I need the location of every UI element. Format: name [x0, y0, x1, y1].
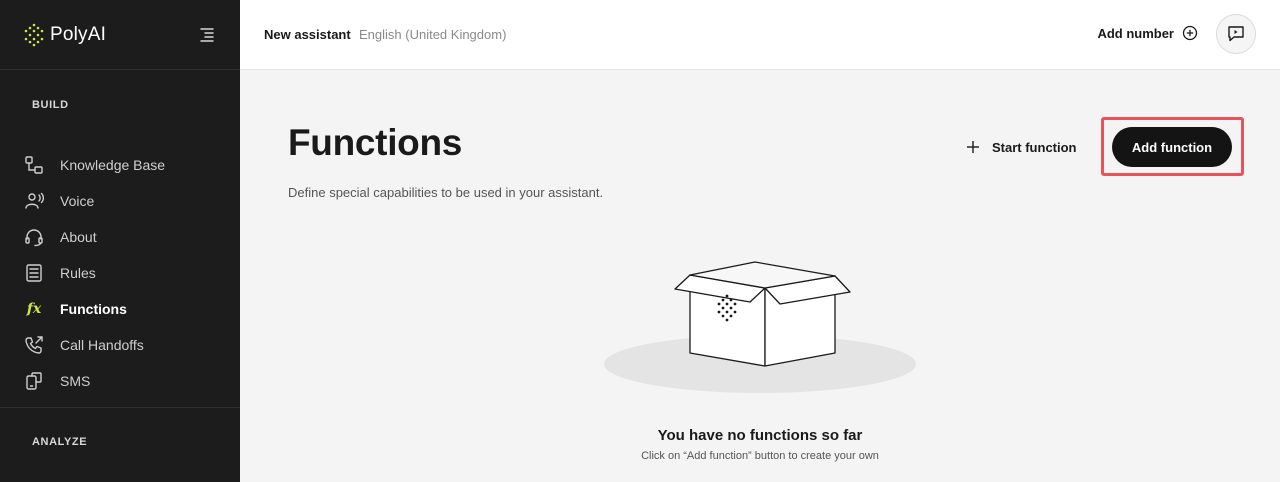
headset-icon	[24, 227, 44, 247]
section-analyze-label: ANALYZE	[32, 436, 88, 448]
sidebar-item-knowledge-base[interactable]: Knowledge Base	[0, 147, 240, 183]
sidebar-item-about[interactable]: About	[0, 219, 240, 255]
assistant-language: English (United Kingdom)	[359, 27, 507, 42]
menu-toggle-icon[interactable]	[200, 27, 214, 43]
start-function-button[interactable]: Start function	[966, 137, 1077, 157]
sidebar-item-sms[interactable]: SMS	[0, 363, 240, 399]
add-number-button[interactable]: Add number	[1097, 25, 1198, 41]
sidebar-item-call-handoffs[interactable]: Call Handoffs	[0, 327, 240, 363]
plus-circle-icon	[1182, 25, 1198, 41]
sidebar-nav: Knowledge Base Voice About Rules fx Func…	[0, 147, 240, 399]
phone-forward-icon	[24, 335, 44, 355]
sidebar-item-label: Functions	[60, 301, 127, 317]
page-title: Functions	[288, 122, 463, 163]
sidebar-item-rules[interactable]: Rules	[0, 255, 240, 291]
page-description: Define special capabilities to be used i…	[288, 185, 604, 200]
rules-icon	[24, 263, 44, 283]
knowledge-base-icon	[24, 155, 44, 175]
sidebar-item-label: SMS	[60, 373, 91, 389]
brand-name: PolyAI	[50, 23, 107, 45]
sidebar-item-label: Voice	[60, 193, 95, 209]
add-number-label: Add number	[1097, 25, 1174, 41]
section-build-label: BUILD	[32, 99, 69, 111]
chat-button[interactable]	[1216, 14, 1256, 54]
plus-icon	[967, 141, 979, 153]
sidebar-item-label: About	[60, 229, 97, 245]
sidebar-item-functions[interactable]: fx Functions	[0, 291, 240, 327]
assistant-name[interactable]: New assistant	[264, 27, 351, 42]
top-header: New assistant English (United Kingdom) A…	[240, 0, 1280, 70]
sidebar: PolyAI BUILD Knowledge Base Voice About …	[0, 0, 240, 482]
start-function-label: Start function	[992, 139, 1077, 155]
polyai-logo-icon	[24, 23, 44, 46]
fx-icon: fx	[24, 299, 44, 319]
empty-box-illustration	[604, 261, 916, 393]
sidebar-item-voice[interactable]: Voice	[0, 183, 240, 219]
sidebar-item-label: Call Handoffs	[60, 337, 144, 353]
sidebar-item-label: Rules	[60, 265, 96, 281]
brand-bar: PolyAI	[0, 0, 240, 70]
chat-bubble-icon	[1228, 26, 1244, 42]
empty-state-title: You have no functions so far	[657, 427, 863, 444]
sms-icon	[24, 371, 44, 391]
sidebar-divider	[0, 407, 240, 408]
empty-state-subtitle: Click on “Add function” button to create…	[641, 450, 879, 462]
fx-icon-glyph: fx	[26, 301, 42, 317]
sidebar-item-label: Knowledge Base	[60, 157, 166, 173]
voice-icon	[24, 191, 44, 211]
add-function-button[interactable]: Add function	[1112, 127, 1232, 167]
